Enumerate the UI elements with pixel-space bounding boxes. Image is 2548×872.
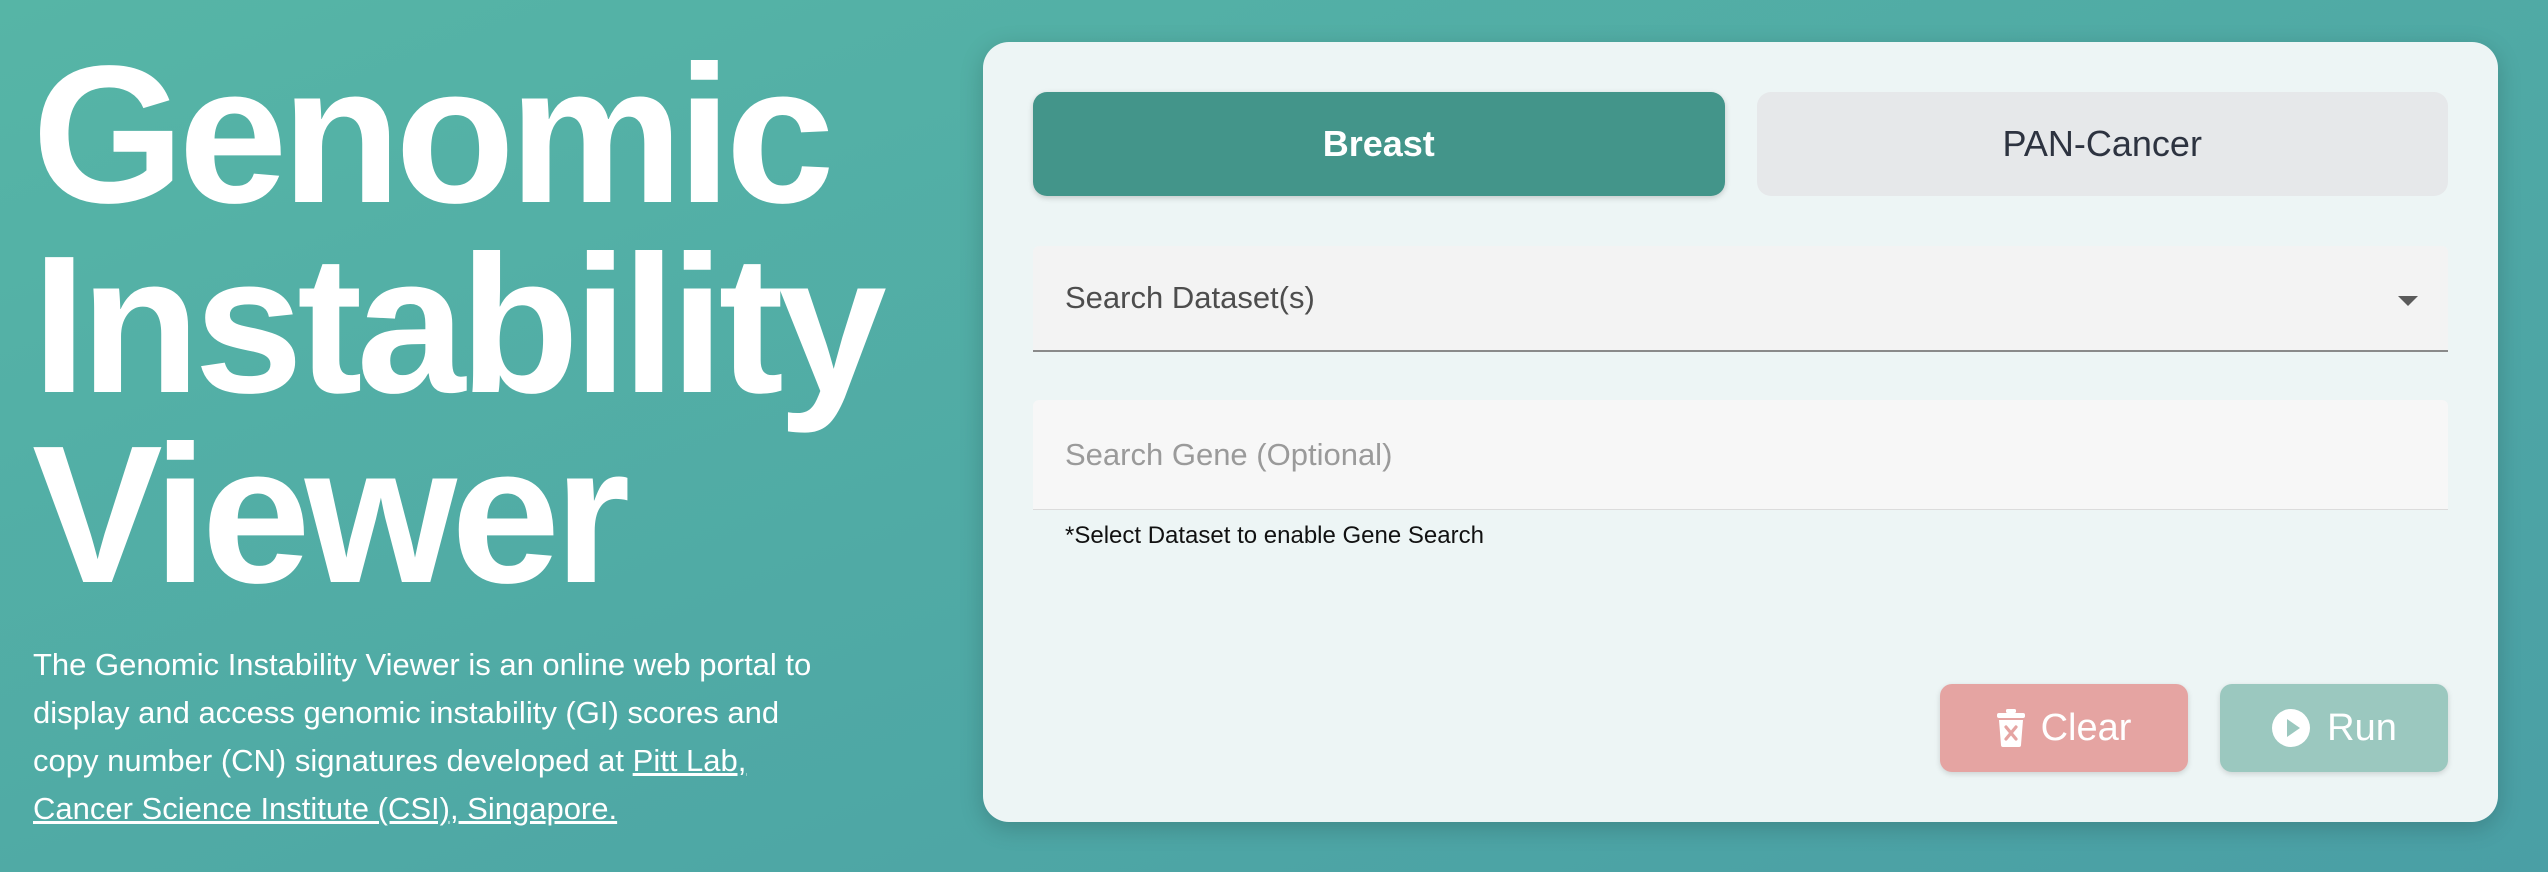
clear-button-label: Clear (2040, 706, 2132, 749)
title-line-3: Viewer (32, 405, 630, 624)
tab-pan-cancer[interactable]: PAN-Cancer (1756, 92, 2448, 196)
action-buttons: Clear Run (1940, 684, 2448, 772)
trash-x-icon (1996, 709, 2025, 747)
tab-breast[interactable]: Breast (1033, 92, 1725, 196)
run-button[interactable]: Run (2220, 684, 2448, 772)
page-title: Genomic Instability Viewer (32, 25, 932, 624)
caret-down-icon[interactable] (2398, 296, 2418, 306)
cohort-tabs: Breast PAN-Cancer (1033, 92, 2448, 196)
dataset-select[interactable]: Search Dataset(s) (1033, 246, 2448, 352)
hero-section: Genomic Instability Viewer (32, 25, 932, 624)
clear-button[interactable]: Clear (1940, 684, 2188, 772)
dataset-select-placeholder: Search Dataset(s) (1065, 280, 1315, 315)
run-button-label: Run (2327, 706, 2397, 749)
title-line-2: Instability (32, 215, 887, 434)
hero-description: The Genomic Instability Viewer is an onl… (33, 641, 853, 833)
gene-search-input[interactable] (1033, 400, 2448, 509)
title-line-1: Genomic (32, 25, 835, 244)
search-panel: Breast PAN-Cancer Search Dataset(s) *Sel… (983, 42, 2498, 822)
gene-search-field[interactable] (1033, 400, 2448, 510)
gene-search-helper-text: *Select Dataset to enable Gene Search (1065, 522, 1484, 549)
play-circle-icon (2271, 708, 2311, 748)
